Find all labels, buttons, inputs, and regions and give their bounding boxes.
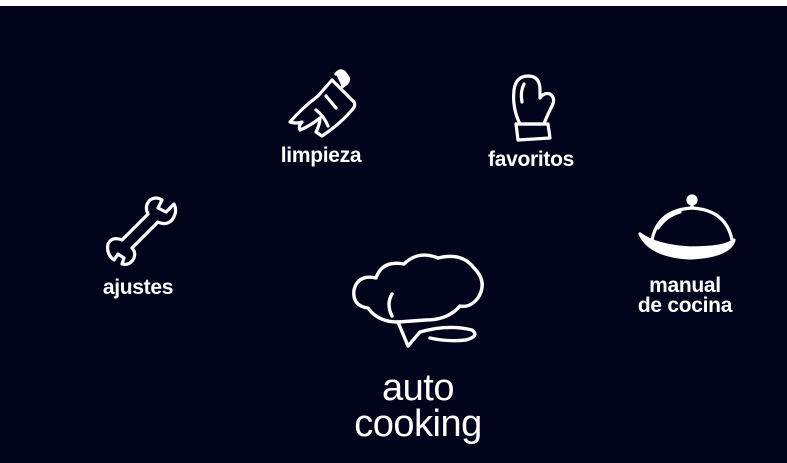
favorites-label: favoritos — [488, 148, 574, 171]
oven-mitt-icon — [512, 74, 556, 142]
cleaning-menu-item[interactable]: limpieza — [266, 66, 376, 166]
home-screen: limpieza favoritos ajustes manual de coc… — [0, 6, 787, 463]
broom-icon — [288, 69, 357, 138]
auto-cooking-label-line2: cooking — [354, 403, 482, 445]
manual-cooking-menu-item[interactable]: manual de cocina — [622, 190, 748, 316]
cloche-icon — [638, 194, 736, 260]
manual-label-line1: manual — [649, 274, 721, 297]
manual-label-line2: de cocina — [637, 294, 733, 317]
settings-label: ajustes — [102, 276, 174, 299]
settings-menu-item[interactable]: ajustes — [88, 192, 188, 298]
cleaning-label: limpieza — [280, 144, 362, 167]
chef-hat-icon — [352, 253, 484, 348]
wrench-icon — [106, 196, 178, 266]
auto-cooking-menu-item[interactable]: auto cooking — [330, 250, 506, 445]
favorites-menu-item[interactable]: favoritos — [476, 68, 586, 170]
auto-cooking-label-line1: auto — [382, 367, 454, 409]
